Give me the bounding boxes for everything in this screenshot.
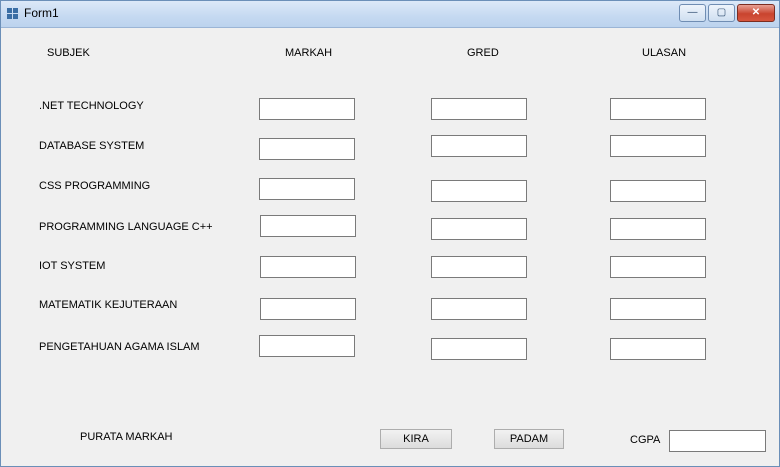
- app-icon: [7, 8, 19, 20]
- subject-label-database: DATABASE SYSTEM: [39, 140, 145, 152]
- close-icon: ✕: [751, 7, 761, 18]
- cgpa-input[interactable]: [669, 430, 766, 452]
- clear-button[interactable]: PADAM: [494, 429, 564, 449]
- markah-input-css[interactable]: [259, 178, 355, 200]
- gred-input-cpp[interactable]: [431, 218, 527, 240]
- average-marks-label: PURATA MARKAH: [80, 431, 173, 443]
- maximize-icon: ▢: [716, 7, 727, 18]
- form-window: Form1 — ▢ ✕ SUBJEK MARKAH GRED ULASAN .N…: [0, 0, 780, 467]
- maximize-button[interactable]: ▢: [708, 4, 735, 22]
- header-subject: SUBJEK: [47, 47, 90, 59]
- minimize-icon: —: [687, 7, 698, 18]
- markah-input-matematik[interactable]: [260, 298, 356, 320]
- subject-label-iot: IOT SYSTEM: [39, 260, 106, 272]
- subject-label-matematik: MATEMATIK KEJUTERAAN: [39, 299, 178, 311]
- gred-input-database[interactable]: [431, 135, 527, 157]
- subject-label-css: CSS PROGRAMMING: [39, 180, 151, 192]
- ulasan-input-css[interactable]: [610, 180, 706, 202]
- close-button[interactable]: ✕: [737, 4, 775, 22]
- ulasan-input-net[interactable]: [610, 98, 706, 120]
- markah-input-agama[interactable]: [259, 335, 355, 357]
- cgpa-label: CGPA: [630, 434, 661, 446]
- gred-input-iot[interactable]: [431, 256, 527, 278]
- header-marks: MARKAH: [285, 47, 333, 59]
- title-bar[interactable]: Form1 — ▢ ✕: [1, 1, 779, 28]
- markah-input-database[interactable]: [259, 138, 355, 160]
- subject-label-net: .NET TECHNOLOGY: [39, 100, 144, 112]
- subject-label-agama: PENGETAHUAN AGAMA ISLAM: [39, 341, 200, 353]
- calculate-button[interactable]: KIRA: [380, 429, 452, 449]
- subject-label-cpp: PROGRAMMING LANGUAGE C++: [39, 221, 213, 233]
- window-title: Form1: [24, 6, 59, 20]
- markah-input-cpp[interactable]: [260, 215, 356, 237]
- gred-input-agama[interactable]: [431, 338, 527, 360]
- ulasan-input-iot[interactable]: [610, 256, 706, 278]
- ulasan-input-database[interactable]: [610, 135, 706, 157]
- markah-input-net[interactable]: [259, 98, 355, 120]
- gred-input-net[interactable]: [431, 98, 527, 120]
- gred-input-css[interactable]: [431, 180, 527, 202]
- header-remarks: ULASAN: [642, 47, 687, 59]
- ulasan-input-matematik[interactable]: [610, 298, 706, 320]
- minimize-button[interactable]: —: [679, 4, 706, 22]
- header-grade: GRED: [467, 47, 499, 59]
- markah-input-iot[interactable]: [260, 256, 356, 278]
- ulasan-input-cpp[interactable]: [610, 218, 706, 240]
- gred-input-matematik[interactable]: [431, 298, 527, 320]
- ulasan-input-agama[interactable]: [610, 338, 706, 360]
